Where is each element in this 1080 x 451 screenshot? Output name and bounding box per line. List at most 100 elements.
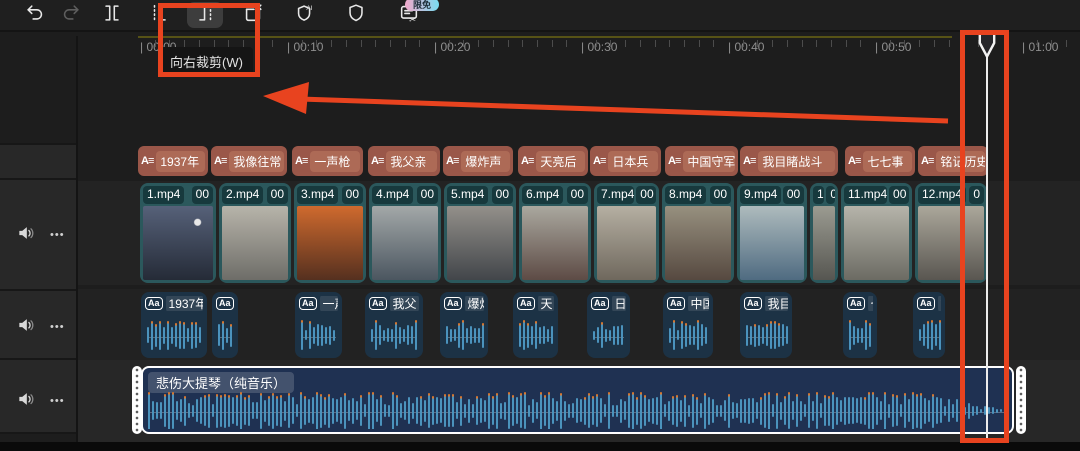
mute-toggle-icon[interactable] [16,315,36,340]
video-clip[interactable]: 8.mp400 [662,183,734,283]
music-clip-title: 悲伤大提琴（纯音乐） [148,372,294,393]
text-clip-label: 我像往常 [229,151,284,172]
text-icon: A≡ [295,155,307,167]
text-clip[interactable]: A≡1937年 [138,146,208,176]
waveform-bars [369,316,419,354]
video-clip-name: 11.mp4 [844,186,887,204]
video-clip[interactable]: 3.mp400 [294,183,366,283]
music-clip[interactable]: 悲伤大提琴（纯音乐） [141,366,1014,434]
music-clip-right-handle[interactable] [1016,366,1026,434]
video-clip[interactable]: 11.mp400 [841,183,912,283]
video-thumbnail [372,206,438,280]
voice-clip[interactable]: Aa我父 [365,292,423,358]
ruler-label: | 00:30 [581,40,617,54]
video-clip[interactable]: 10.mp40 [810,183,838,283]
text-clip[interactable]: A≡日本兵 [590,146,661,176]
ruler-tick [655,40,656,47]
text-icon: A≡ [848,155,860,167]
text-clip[interactable]: A≡中国守军 [665,146,738,176]
ruler-tick [757,40,758,47]
video-clip[interactable]: 7.mp400 [594,183,659,283]
undo-button[interactable] [17,2,53,28]
voice-waveform [369,316,419,354]
voice-clip[interactable]: Aa1937年 [141,292,207,358]
ruler-label: | 00:50 [875,40,911,54]
video-clip-duration: 00 [889,186,909,204]
text-clip-label: 爆炸声 [461,151,510,172]
ruler-tick [1051,40,1052,47]
track-more-button[interactable]: ••• [50,322,65,332]
limited-free-badge: 限免 [405,0,439,11]
text-cut-button[interactable]: ✂限免 [391,2,427,28]
voice-clip[interactable]: Aa [212,292,238,358]
voice-clip[interactable]: Aa一声 [295,292,342,358]
voice-waveform [517,316,554,354]
mark-button[interactable] [338,2,374,28]
ruler-tick [596,40,597,47]
voice-clip-header: Aa七 [847,296,873,311]
video-clip[interactable]: 2.mp400 [219,183,291,283]
voice-clip[interactable]: Aa日 [587,292,630,358]
text-clip[interactable]: A≡爆炸声 [443,146,513,176]
text-clip-label: 我目睹战斗 [758,151,835,172]
voice-clip[interactable]: Aa天 [513,292,558,358]
voice-clip-label: 我父 [390,296,419,311]
ruler-tick [508,40,509,47]
video-clip-header: 4.mp400 [372,186,438,204]
smart-edit-button[interactable]: AI [287,2,323,28]
ruler-tick [566,40,567,47]
video-clip[interactable]: 6.mp400 [519,183,591,283]
video-clip-name: 9.mp4 [740,186,781,204]
video-clip-name: 8.mp4 [665,186,706,204]
text-icon: A≡ [371,155,383,167]
text-clip[interactable]: A≡我目睹战斗 [740,146,838,176]
ruler-tick [331,40,332,47]
ruler-tick [302,40,303,47]
text-clip[interactable]: A≡天亮后 [518,146,588,176]
ruler-tick [463,40,464,47]
text-clip[interactable]: A≡一声枪 [292,146,363,176]
mute-toggle-icon[interactable] [16,389,36,414]
waveform-bars [145,316,203,354]
waveform-bars [847,316,873,354]
video-clip-name: 2.mp4 [222,186,263,204]
voice-waveform [145,316,203,354]
ruler-tick [816,40,817,47]
text-clip-label: 中国守军 [683,151,735,172]
split-button[interactable] [94,2,130,28]
text-icon: A≡ [141,155,153,167]
voice-waveform [744,316,788,354]
ruler-tick [449,40,450,47]
shield-icon [345,2,367,29]
ruler-tick [860,40,861,47]
video-clip[interactable]: 5.mp400 [444,183,516,283]
video-clip-duration: 00 [783,186,804,204]
video-editor-timeline: AI✂限免 | 00:00| 00:10| 00:20| 00:30| 00:4… [0,0,1080,451]
redo-button[interactable] [53,2,89,28]
video-clip-duration: 00 [342,186,363,204]
text-clip[interactable]: A≡我像往常 [211,146,287,176]
video-clip-name: 1.mp4 [143,186,184,204]
voice-clip[interactable]: Aa铭 [913,292,945,358]
ruler-tick [361,40,362,47]
video-thumbnail [597,206,656,280]
video-thumbnail [813,206,835,280]
mute-toggle-icon[interactable] [16,223,36,248]
video-clip[interactable]: 1.mp400 [140,183,216,283]
voice-clip[interactable]: Aa我目 [740,292,792,358]
video-clip-header: 10.mp40 [813,186,835,204]
subtitle-icon: Aa [444,297,462,310]
voice-waveform [917,316,941,354]
text-clip[interactable]: A≡我父亲 [368,146,440,176]
voice-clip[interactable]: Aa中国 [663,292,713,358]
voice-clip-header: Aa天 [517,296,554,311]
video-clip[interactable]: 4.mp400 [369,183,441,283]
track-more-button[interactable]: ••• [50,230,65,240]
track-more-button[interactable]: ••• [50,396,65,406]
video-thumbnail [143,206,213,280]
text-clip[interactable]: A≡七七事 [845,146,915,176]
voice-clip[interactable]: Aa爆炸 [440,292,488,358]
subtitle-icon: Aa [591,297,609,310]
video-clip[interactable]: 9.mp400 [737,183,807,283]
voice-clip[interactable]: Aa七 [843,292,877,358]
